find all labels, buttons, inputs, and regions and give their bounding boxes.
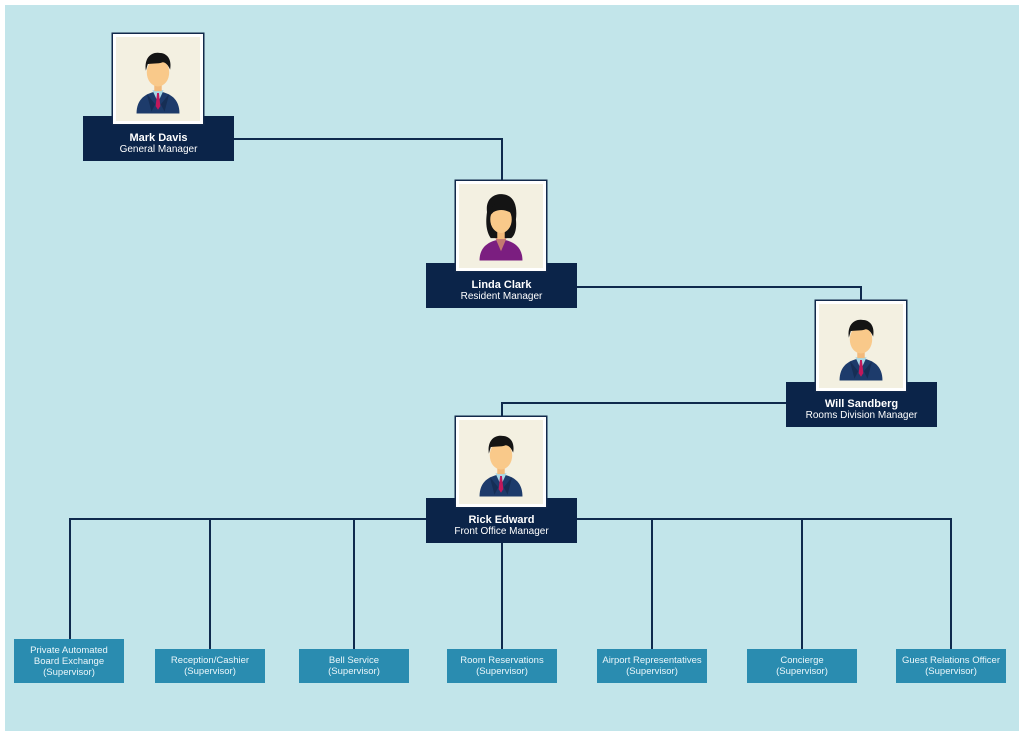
person-title: Front Office Manager <box>454 526 549 537</box>
supervisor-line: Guest Relations Officer <box>901 655 1001 666</box>
female-avatar-icon <box>456 181 546 271</box>
supervisor-box-bell-service[interactable]: Bell Service (Supervisor) <box>299 649 409 683</box>
connector-will-rick-h <box>501 402 787 404</box>
connector-rick-down <box>501 543 503 650</box>
person-name: Mark Davis <box>129 132 188 144</box>
supervisor-box-pabx[interactable]: Private Automated Board Exchange (Superv… <box>14 639 124 683</box>
male-avatar-icon <box>456 417 546 507</box>
supervisor-line: Airport Representatives <box>602 655 702 666</box>
male-avatar-icon <box>816 301 906 391</box>
supervisor-box-guest-relations[interactable]: Guest Relations Officer (Supervisor) <box>896 649 1006 683</box>
connector-sup-5 <box>651 518 653 650</box>
male-avatar-icon <box>113 34 203 124</box>
supervisor-line: (Supervisor) <box>43 666 95 678</box>
supervisor-line: Reception/Cashier <box>170 655 250 666</box>
person-title: Resident Manager <box>460 291 543 302</box>
supervisor-line: Concierge <box>780 655 824 666</box>
connector-will-rick-v <box>501 402 503 418</box>
person-name: Rick Edward <box>468 514 535 526</box>
connector-sup-7 <box>950 518 952 650</box>
connector-linda-will-h <box>576 286 861 288</box>
supervisor-box-room-reservations[interactable]: Room Reservations (Supervisor) <box>447 649 557 683</box>
connector-sup-6 <box>801 518 803 650</box>
person-name: Will Sandberg <box>824 398 899 410</box>
supervisor-box-airport[interactable]: Airport Representatives (Supervisor) <box>597 649 707 683</box>
supervisor-box-concierge[interactable]: Concierge (Supervisor) <box>747 649 857 683</box>
supervisor-line: Private Automated <box>30 644 108 656</box>
supervisor-line: (Supervisor) <box>925 666 977 677</box>
connector-mark-linda-v <box>501 138 503 182</box>
supervisor-line: (Supervisor) <box>626 666 678 677</box>
supervisor-line: (Supervisor) <box>184 666 236 677</box>
supervisor-line: Board Exchange <box>33 655 105 667</box>
connector-linda-will-v <box>860 286 862 301</box>
connector-sup-2 <box>209 518 211 650</box>
supervisor-line: (Supervisor) <box>476 666 528 677</box>
supervisor-line: Room Reservations <box>460 655 544 666</box>
person-title: Rooms Division Manager <box>805 410 918 421</box>
connector-sup-3 <box>353 518 355 650</box>
person-title: General Manager <box>119 144 198 155</box>
supervisor-line: (Supervisor) <box>328 666 380 677</box>
person-name: Linda Clark <box>471 279 532 291</box>
org-chart-canvas: Mark Davis General Manager Linda Clark R… <box>5 5 1019 731</box>
supervisor-box-reception[interactable]: Reception/Cashier (Supervisor) <box>155 649 265 683</box>
supervisor-line: (Supervisor) <box>776 666 828 677</box>
connector-mark-linda-h <box>234 138 502 140</box>
connector-sup-1 <box>69 518 71 640</box>
supervisor-line: Bell Service <box>328 655 380 666</box>
